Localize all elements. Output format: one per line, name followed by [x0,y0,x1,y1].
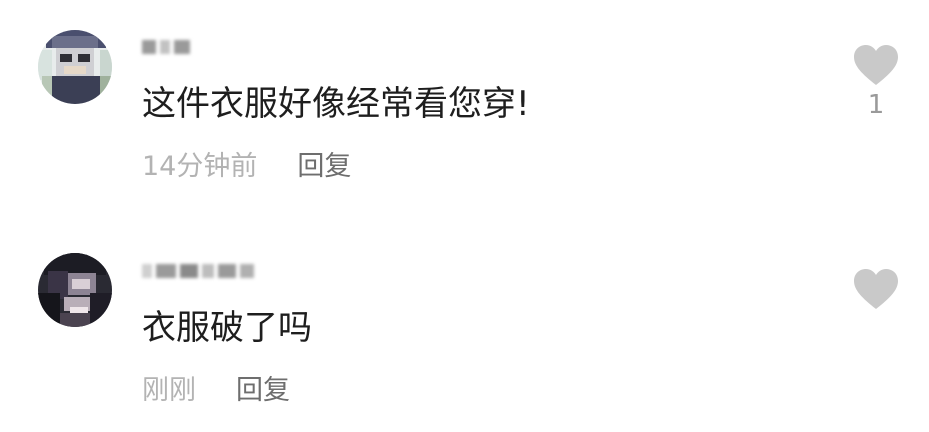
reply-button[interactable]: 回复 [297,151,351,183]
heart-icon [854,45,898,85]
comment-meta: 刚刚 回复 [142,375,290,407]
avatar[interactable] [38,30,112,104]
username-blur-block [174,40,190,54]
pixelated-avatar-image [38,30,112,104]
comment-meta: 14分钟前 回复 [142,151,351,183]
like-button[interactable] [852,268,900,314]
username-blurred[interactable] [142,38,190,56]
pixelated-avatar-image [38,253,112,327]
comment-time: 14分钟前 [142,151,258,182]
comment-text: 衣服破了吗 [142,308,312,348]
like-button[interactable]: 1 [852,44,900,120]
username-blur-block [160,40,170,54]
username-blur-block [240,264,254,278]
reply-button[interactable]: 回复 [236,375,290,407]
username-blur-block [156,264,176,278]
like-count: 1 [867,90,885,120]
heart-icon [854,269,898,309]
comment-item: 衣服破了吗 刚刚 回复 [0,222,929,432]
username-blur-block [202,264,214,278]
username-blur-block [142,264,152,278]
comment-text: 这件衣服好像经常看您穿! [142,84,530,124]
username-blur-block [180,264,198,278]
comment-time: 刚刚 [142,375,196,406]
avatar[interactable] [38,253,112,327]
comment-item: 这件衣服好像经常看您穿! 14分钟前 回复 1 [0,0,929,216]
username-blur-block [218,264,236,278]
username-blurred[interactable] [142,262,254,280]
username-blur-block [142,40,156,54]
